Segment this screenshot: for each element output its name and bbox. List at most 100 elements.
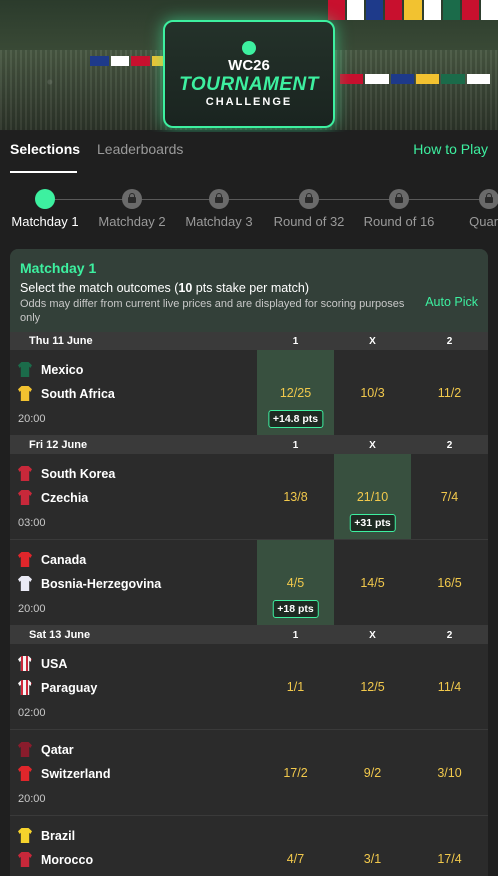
date-label: Thu 11 June — [29, 335, 93, 347]
auto-pick-button[interactable]: Auto Pick — [425, 295, 478, 309]
instructions-text: Select the match outcomes ( — [20, 281, 179, 295]
team-name: USA — [41, 656, 68, 671]
team-name: Canada — [41, 552, 87, 567]
date-header: Sat 13 June 1 X 2 — [10, 626, 488, 644]
date-label: Sat 13 June — [29, 629, 91, 641]
kickoff-time: 20:00 — [18, 413, 46, 425]
shirt-icon — [18, 466, 32, 481]
odds-away[interactable]: 11/4 — [411, 644, 488, 729]
team-name: South Korea — [41, 466, 116, 481]
odds-value: 11/4 — [437, 680, 462, 694]
lock-icon — [479, 189, 498, 209]
team-name: Brazil — [41, 828, 76, 843]
potential-points-badge: +18 pts — [272, 600, 319, 618]
odds-value: 12/5 — [360, 680, 385, 694]
odds-value: 3/10 — [437, 766, 462, 780]
team-name: Switzerland — [41, 766, 111, 781]
matchday-header: Matchday 1 Select the match outcomes (10… — [10, 249, 488, 332]
shirt-icon — [18, 742, 32, 757]
home-team: Qatar — [18, 742, 74, 757]
step-quarter-finals[interactable]: Quarte — [444, 186, 498, 229]
team-name: Mexico — [41, 362, 84, 377]
odds-home[interactable]: 1/1 — [257, 644, 334, 729]
odds-home[interactable]: 17/2 — [257, 730, 334, 815]
shirt-icon — [18, 362, 32, 377]
how-to-play-link[interactable]: How to Play — [413, 141, 488, 157]
column-draw: X — [369, 630, 376, 641]
odds-value: 7/4 — [440, 490, 459, 504]
date-header: Fri 12 June 1 X 2 — [10, 436, 488, 454]
matchday-instructions: Select the match outcomes (10 pts stake … — [20, 281, 478, 295]
odds-home[interactable]: 13/8 — [257, 454, 334, 539]
odds-away[interactable]: 7/4 — [411, 454, 488, 539]
column-draw: X — [369, 336, 376, 347]
step-round-of-32[interactable]: Round of 32 — [264, 186, 354, 229]
date-header: Thu 11 June 1 X 2 — [10, 332, 488, 350]
matchday-card: Matchday 1 Select the match outcomes (10… — [10, 249, 488, 876]
team-name: Qatar — [41, 742, 74, 757]
shirt-icon — [18, 576, 32, 591]
lock-icon — [209, 189, 229, 209]
odds-value: 4/5 — [286, 576, 305, 590]
lock-icon — [299, 189, 319, 209]
match-row: Mexico South Africa 20:00 12/25 +14.8 pts… — [10, 350, 488, 436]
odds-value: 10/3 — [360, 386, 385, 400]
step-matchday-3[interactable]: Matchday 3 — [174, 186, 264, 229]
tab-leaderboards[interactable]: Leaderboards — [97, 141, 183, 157]
odds-away[interactable]: 11/2 — [411, 350, 488, 435]
odds-home[interactable]: 4/7 — [257, 816, 334, 876]
odds-value: 12/25 — [279, 386, 312, 400]
tab-selections[interactable]: Selections — [10, 141, 80, 157]
odds-value: 17/2 — [283, 766, 308, 780]
team-name: South Africa — [41, 386, 115, 401]
odds-draw-selected[interactable]: 21/10 +31 pts — [334, 454, 411, 539]
step-round-of-16[interactable]: Round of 16 — [354, 186, 444, 229]
column-home-win: 1 — [292, 440, 299, 451]
logo-wc26: WC26 — [228, 56, 270, 74]
odds-draw[interactable]: 10/3 — [334, 350, 411, 435]
step-label: Round of 32 — [273, 214, 345, 229]
odds-home-selected[interactable]: 12/25 +14.8 pts — [257, 350, 334, 435]
step-matchday-2[interactable]: Matchday 2 — [87, 186, 177, 229]
odds-draw[interactable]: 12/5 — [334, 644, 411, 729]
home-team: South Korea — [18, 466, 115, 481]
odds-away[interactable]: 17/4 — [411, 816, 488, 876]
team-name: Paraguay — [41, 680, 98, 695]
home-team: Mexico — [18, 362, 83, 377]
shirt-icon — [18, 386, 32, 401]
matchday-title: Matchday 1 — [20, 260, 97, 276]
odds-value: 9/2 — [363, 766, 382, 780]
instructions-text: pts stake per match) — [192, 281, 310, 295]
soccer-ball-icon — [242, 40, 256, 55]
shirt-icon — [18, 656, 32, 671]
odds-draw[interactable]: 9/2 — [334, 730, 411, 815]
match-row: South Korea Czechia 03:00 13/8 21/10 +31 … — [10, 454, 488, 540]
column-home-win: 1 — [292, 336, 299, 347]
active-step-dot — [35, 189, 55, 209]
kickoff-time: 03:00 — [18, 517, 46, 529]
team-name: Morocco — [41, 852, 94, 867]
odds-away[interactable]: 3/10 — [411, 730, 488, 815]
top-tabs: Selections Leaderboards How to Play — [0, 134, 498, 176]
column-away-win: 2 — [446, 440, 453, 451]
odds-home-selected[interactable]: 4/5 +18 pts — [257, 540, 334, 625]
potential-points-badge: +14.8 pts — [267, 410, 324, 428]
active-tab-indicator — [10, 171, 77, 173]
shirt-icon — [18, 490, 32, 505]
shirt-icon — [18, 828, 32, 843]
odds-draw[interactable]: 14/5 — [334, 540, 411, 625]
odds-value: 1/1 — [286, 680, 305, 694]
home-team: Canada — [18, 552, 86, 567]
step-matchday-1[interactable]: Matchday 1 — [0, 186, 90, 229]
logo-challenge: CHALLENGE — [205, 95, 293, 108]
odds-away[interactable]: 16/5 — [411, 540, 488, 625]
kickoff-time: 20:00 — [18, 793, 46, 805]
odds-draw[interactable]: 3/1 — [334, 816, 411, 876]
odds-value: 11/2 — [437, 386, 462, 400]
odds-value: 3/1 — [363, 852, 382, 866]
team-name: Bosnia-Herzegovina — [41, 576, 162, 591]
column-home-win: 1 — [292, 630, 299, 641]
match-row: Qatar Switzerland 20:00 17/2 9/2 3/10 — [10, 730, 488, 816]
away-team: South Africa — [18, 386, 115, 401]
stake-value: 10 — [178, 281, 193, 295]
